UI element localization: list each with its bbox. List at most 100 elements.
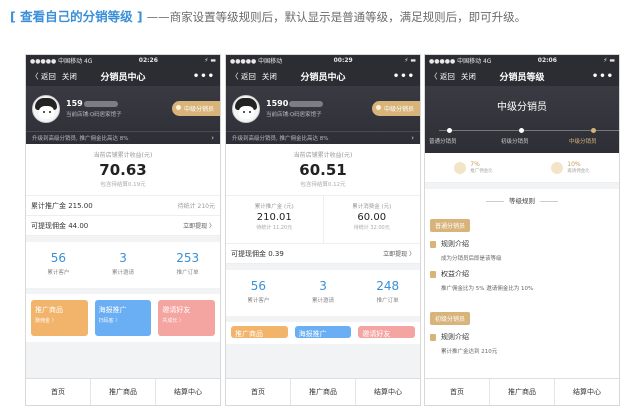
more-icon[interactable]: •••: [592, 71, 614, 82]
promotion-total: 累计推广金 (元) 210.01 待统计 11.20元: [254, 204, 294, 231]
chevron-right-icon: ›: [411, 134, 414, 142]
phone-distributor-center-2: ●●●●● 中国移动 00:29 ⚡ ▬ 〈 返回 关闭 分销员中心 ••• 1…: [225, 54, 421, 406]
promotion-pending: 待统计 210元: [177, 203, 215, 210]
benefit-intro-heading: 权益介绍: [430, 269, 614, 279]
level-tag-basic: 普通分销员: [430, 219, 471, 232]
back-button[interactable]: 〈 返回: [430, 71, 455, 82]
rules-title: 等级规则: [430, 189, 614, 213]
promote-products-tile[interactable]: 推广商品: [231, 326, 288, 338]
carrier-label: ●●●●● 中国移动: [230, 58, 283, 65]
stat-orders[interactable]: 253 推广订单: [155, 242, 220, 288]
person-icon: [430, 240, 436, 248]
person-icon: [430, 333, 436, 341]
nav-bar: 〈 返回 关闭 分销员等级 •••: [425, 66, 619, 86]
tab-settlement[interactable]: 结算中心: [155, 379, 220, 405]
tab-home[interactable]: 首页: [425, 379, 489, 405]
invite-friends-tile[interactable]: 邀请好友 共成长 〉: [158, 300, 216, 336]
tab-home[interactable]: 首页: [26, 379, 90, 405]
withdrawable-amount: 可提现佣金 44.00: [31, 221, 89, 230]
income-pending: 包含待结算0.19元: [100, 182, 146, 188]
battery-icon: ⚡ ▬: [204, 57, 216, 64]
rule-intro-heading: 规则介绍: [430, 332, 614, 342]
level-badge[interactable]: 中级分销员: [171, 101, 220, 116]
perk-invite-rate: 10% 邀请佣金比: [522, 161, 619, 174]
withdraw-button[interactable]: 立即提现 〉: [383, 249, 415, 258]
tab-bar: 首页 推广商品 结算中心: [425, 378, 619, 405]
promotion-total: 累计推广金 215.00: [31, 201, 93, 210]
nav-bar: 〈 返回 关闭 分销员中心 •••: [26, 66, 220, 86]
stats-row: 56 累计客户 3 累计邀请 248 推广订单: [226, 270, 420, 316]
totals-split: 累计推广金 (元) 210.01 待统计 11.20元 累计消费金 (元) 60.00…: [226, 196, 420, 244]
close-button[interactable]: 关闭: [262, 71, 277, 82]
upgrade-text: 升级到高级分销员, 推广佣金比高达 8%: [32, 136, 129, 142]
perk-promotion-rate: 7% 推广佣金比: [425, 161, 522, 174]
promote-products-tile[interactable]: 推广商品 赚佣金 〉: [31, 300, 88, 336]
poster-promotion-tile[interactable]: 海报推广 扫码客 〉: [94, 300, 152, 336]
upgrade-banner[interactable]: 升级到高级分销员, 推广佣金比高达 8% ›: [226, 131, 420, 144]
level-label-basic: 普通分销员: [429, 139, 457, 145]
withdraw-row[interactable]: 可提现佣金 0.39 立即提现 〉: [226, 244, 420, 264]
avatar: [232, 94, 260, 123]
status-bar: ●●●●● 中国移动 4G 02:26 ⚡ ▬: [26, 55, 220, 66]
upgrade-banner[interactable]: 升级到高级分销员, 推广佣金比高达 8% ›: [26, 131, 220, 144]
more-icon[interactable]: •••: [393, 71, 415, 82]
level-dot-basic: [447, 128, 452, 133]
tab-promote[interactable]: 推广商品: [489, 379, 554, 405]
close-button[interactable]: 关闭: [461, 71, 476, 82]
more-icon[interactable]: •••: [193, 71, 215, 82]
action-tiles: 推广商品 海报推广 邀请好友: [226, 322, 420, 344]
tab-settlement[interactable]: 结算中心: [355, 379, 420, 405]
tab-bar: 首页 推广商品 结算中心: [26, 378, 220, 405]
withdraw-button[interactable]: 立即提现 〉: [183, 221, 215, 230]
close-button[interactable]: 关闭: [62, 71, 77, 82]
clock: 00:29: [333, 57, 353, 64]
promotion-total-row: 累计推广金 215.00 待统计 210元: [26, 196, 220, 216]
chevron-right-icon: ›: [211, 134, 214, 142]
income-pending: 包含待结算0.12元: [300, 182, 346, 188]
tab-settlement[interactable]: 结算中心: [554, 379, 619, 405]
withdrawable-amount: 可提现佣金 0.39: [231, 249, 284, 258]
rule-intro-heading: 规则介绍: [430, 239, 614, 249]
rule-intro-text: 累计推广金达到 210元: [441, 349, 498, 355]
phone-distributor-level: ●●●●● 中国移动 4G 02:06 ⚡ ▬ 〈 返回 关闭 分销员等级 ••…: [424, 54, 620, 406]
poster-promotion-tile[interactable]: 海报推广: [294, 326, 352, 338]
withdraw-row[interactable]: 可提现佣金 44.00 立即提现 〉: [26, 216, 220, 236]
back-button[interactable]: 〈 返回: [31, 71, 56, 82]
tab-home[interactable]: 首页: [226, 379, 290, 405]
level-hero: 中级分销员 普通分销员 初级分销员 中级分销员: [425, 86, 619, 153]
tab-promote[interactable]: 推广商品: [290, 379, 355, 405]
profile-hero: 1590 当前店铺:Q码居家馆子 中级分销员 升级到高级分销员, 推广佣金比高达…: [226, 86, 420, 144]
caption: [ 查看自己的分销等级 ] ——商家设置等级规则后，默认显示是普通等级，满足规则…: [10, 6, 526, 28]
level-dot-intermediate: [591, 128, 596, 133]
back-button[interactable]: 〈 返回: [231, 71, 256, 82]
caption-title: [ 查看自己的分销等级 ]: [10, 9, 143, 24]
level-badge[interactable]: 中级分销员: [371, 101, 420, 116]
stat-orders[interactable]: 248 推广订单: [355, 270, 420, 316]
carrier-label: ●●●●● 中国移动 4G: [429, 58, 492, 65]
carrier-label: ●●●●● 中国移动 4G: [30, 58, 93, 65]
stat-invites[interactable]: 3 累计邀请: [291, 270, 356, 316]
caption-description: ——商家设置等级规则后，默认显示是普通等级，满足规则后，即可升级。: [146, 10, 527, 24]
stat-customers[interactable]: 56 累计客户: [26, 242, 91, 288]
coin-icon: [454, 161, 467, 174]
coin-icon: [551, 161, 564, 174]
battery-icon: ⚡ ▬: [404, 57, 416, 64]
tab-bar: 首页 推广商品 结算中心: [226, 378, 420, 405]
battery-icon: ⚡ ▬: [603, 57, 615, 64]
level-dot-junior: [519, 128, 524, 133]
invite-friends-tile[interactable]: 邀请好友: [358, 326, 416, 338]
level-label-junior: 初级分销员: [501, 139, 529, 145]
stat-invites[interactable]: 3 累计邀请: [91, 242, 156, 288]
status-bar: ●●●●● 中国移动 4G 02:06 ⚡ ▬: [425, 55, 619, 66]
current-level: 中级分销员: [497, 102, 547, 113]
consumption-total: 累计消费金 (元) 60.00 待统计 32.00元: [322, 196, 421, 243]
rule-intro-text: 成为分销员后即是该等级: [441, 256, 502, 262]
nav-bar: 〈 返回 关闭 分销员中心 •••: [226, 66, 420, 86]
tab-promote[interactable]: 推广商品: [90, 379, 155, 405]
stats-row: 56 累计客户 3 累计邀请 253 推广订单: [26, 242, 220, 288]
stat-customers[interactable]: 56 累计客户: [226, 270, 291, 316]
benefit-intro-text: 推广佣金比为 5% 邀请佣金比为 10%: [441, 286, 534, 292]
clock: 02:06: [537, 57, 557, 64]
income-label: 当前店铺累计收益(元): [93, 152, 153, 159]
income-amount: 60.51: [299, 161, 347, 179]
